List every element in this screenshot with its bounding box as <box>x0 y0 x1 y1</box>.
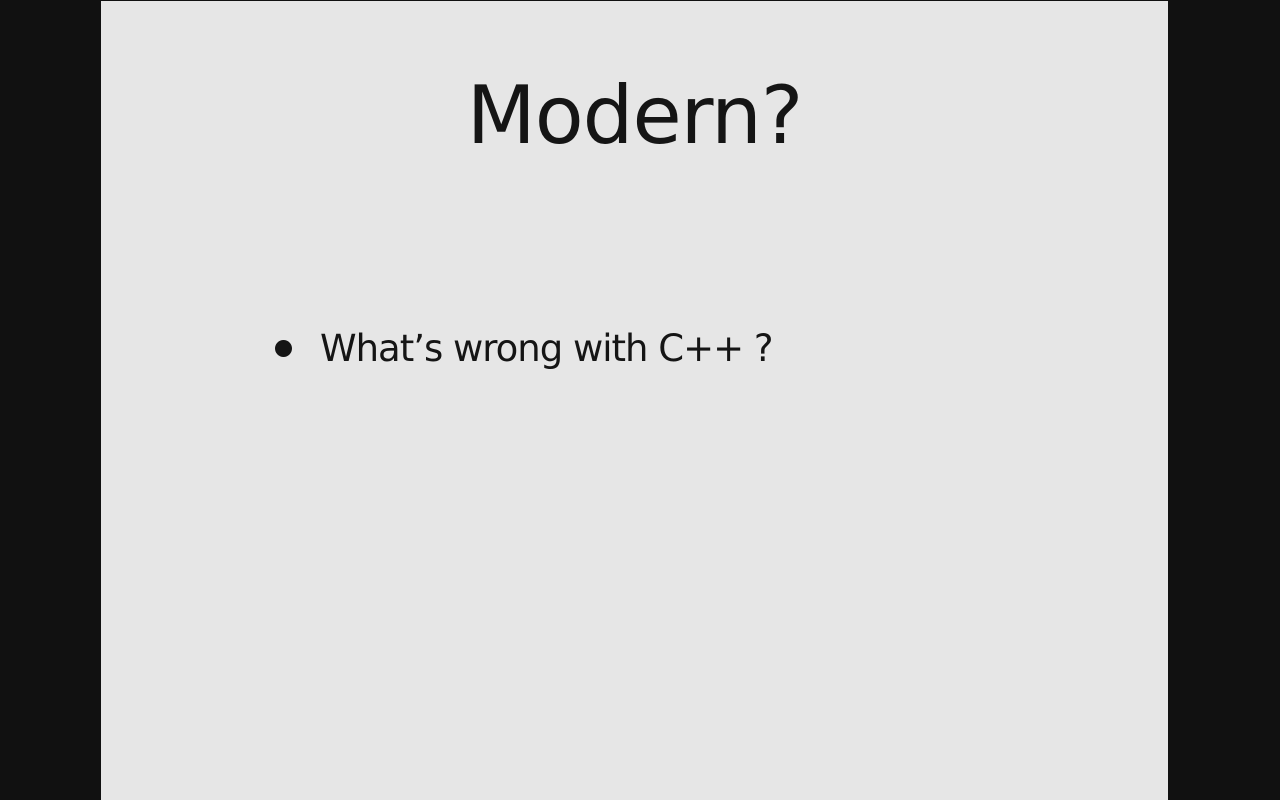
bullet-icon <box>275 340 292 357</box>
slide-title: Modern? <box>466 69 804 162</box>
bullet-item: What’s wrong with C++ ? <box>275 327 774 370</box>
bullet-text: What’s wrong with C++ ? <box>320 327 774 370</box>
presentation-slide: Modern? What’s wrong with C++ ? <box>101 1 1168 800</box>
